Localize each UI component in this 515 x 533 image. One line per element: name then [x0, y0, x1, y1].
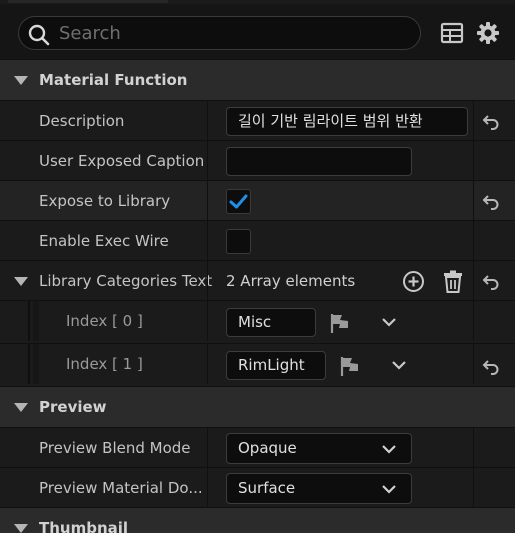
category-title: Preview — [39, 398, 107, 416]
details-panel: Material Function Description 길이 기반 림라이트… — [0, 59, 515, 533]
property-preview-blend-mode: Preview Blend Mode Opaque — [0, 427, 515, 468]
category-preview[interactable]: Preview — [0, 386, 515, 427]
property-label: Enable Exec Wire — [39, 232, 169, 250]
column-divider[interactable] — [207, 428, 208, 468]
chevron-down-icon[interactable] — [381, 317, 397, 327]
indent-guide — [28, 301, 30, 341]
array-element-row: Index [ 0 ] Misc — [0, 300, 515, 343]
reset-column-divider — [473, 468, 474, 508]
expose-to-library-checkbox[interactable] — [226, 189, 251, 214]
search-bar-row — [0, 4, 515, 59]
preview-blend-mode-dropdown[interactable]: Opaque — [226, 433, 412, 464]
column-divider[interactable] — [207, 101, 208, 141]
reset-column-divider — [473, 301, 474, 341]
reset-column-divider — [473, 141, 474, 181]
category-thumbnail[interactable]: Thumbnail — [0, 507, 515, 533]
column-divider[interactable] — [207, 344, 208, 384]
collapse-arrow-icon[interactable] — [14, 524, 28, 533]
array-index-label: Index [ 1 ] — [66, 355, 143, 373]
collapse-arrow-icon[interactable] — [14, 76, 28, 85]
property-label: Preview Material Do... — [39, 479, 203, 497]
flag-icon[interactable] — [339, 355, 361, 377]
property-label: User Exposed Caption — [39, 152, 205, 170]
checkmark-icon — [229, 194, 248, 209]
search-input[interactable] — [59, 21, 409, 45]
details-tab-edge — [8, 0, 168, 3]
reset-column-divider — [473, 181, 474, 221]
preview-material-domain-dropdown[interactable]: Surface — [226, 473, 412, 504]
property-label: Library Categories Text — [39, 272, 213, 290]
reset-to-default-icon[interactable] — [482, 112, 500, 130]
flag-icon[interactable] — [329, 312, 351, 334]
collapse-arrow-icon[interactable] — [14, 403, 28, 412]
user-exposed-caption-field[interactable] — [226, 147, 412, 176]
column-divider[interactable] — [207, 261, 208, 301]
array-element-row: Index [ 1 ] RimLight — [0, 343, 515, 386]
property-description: Description 길이 기반 림라이트 범위 반환 — [0, 100, 515, 141]
reset-column-divider — [473, 101, 474, 141]
property-expose-to-library: Expose to Library — [0, 180, 515, 221]
indent-guide — [28, 344, 30, 384]
reset-to-default-icon[interactable] — [482, 272, 500, 290]
reset-to-default-icon[interactable] — [482, 192, 500, 210]
search-icon — [28, 24, 50, 46]
column-divider[interactable] — [207, 301, 208, 341]
property-label: Description — [39, 112, 125, 130]
property-label: Expose to Library — [39, 192, 171, 210]
reset-column-divider — [473, 344, 474, 384]
dropdown-value: Surface — [238, 479, 296, 497]
indent-guide — [33, 344, 39, 384]
property-enable-exec-wire: Enable Exec Wire — [0, 220, 515, 261]
gear-icon[interactable] — [476, 21, 500, 45]
search-box[interactable] — [18, 16, 421, 50]
enable-exec-wire-checkbox[interactable] — [226, 229, 251, 254]
dropdown-value: Opaque — [238, 439, 297, 457]
expand-arrow-icon[interactable] — [14, 277, 28, 286]
array-element-field[interactable]: RimLight — [226, 351, 326, 380]
category-title: Thumbnail — [39, 519, 129, 533]
array-element-field[interactable]: Misc — [226, 308, 316, 337]
property-user-exposed-caption: User Exposed Caption — [0, 140, 515, 181]
description-field[interactable]: 길이 기반 림라이트 범위 반환 — [226, 107, 468, 136]
category-title: Material Function — [39, 71, 188, 89]
property-library-categories: Library Categories Text 2 Array elements — [0, 260, 515, 301]
trash-icon[interactable] — [442, 270, 464, 293]
column-divider[interactable] — [207, 468, 208, 508]
add-element-icon[interactable] — [402, 270, 425, 293]
column-divider[interactable] — [207, 181, 208, 221]
category-material-function[interactable]: Material Function — [0, 59, 515, 100]
reset-column-divider — [473, 428, 474, 468]
column-divider[interactable] — [207, 221, 208, 261]
property-label: Preview Blend Mode — [39, 439, 191, 457]
column-divider[interactable] — [207, 141, 208, 181]
reset-column-divider — [473, 261, 474, 301]
reset-column-divider — [473, 221, 474, 261]
chevron-down-icon — [382, 485, 396, 494]
array-count: 2 Array elements — [226, 272, 356, 290]
reset-to-default-icon[interactable] — [482, 357, 500, 375]
property-preview-material-domain: Preview Material Do... Surface — [0, 467, 515, 508]
array-index-label: Index [ 0 ] — [66, 312, 143, 330]
indent-guide — [33, 301, 39, 341]
chevron-down-icon — [382, 445, 396, 454]
table-view-icon[interactable] — [440, 21, 464, 45]
chevron-down-icon[interactable] — [391, 360, 407, 370]
